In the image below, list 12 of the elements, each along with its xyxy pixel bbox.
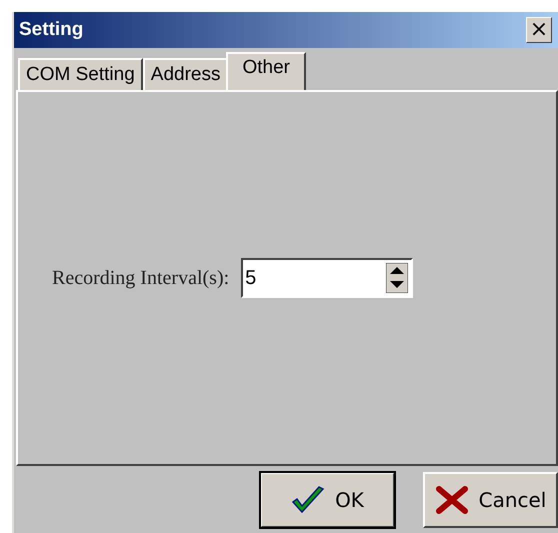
ok-button[interactable]: OK [260,472,395,528]
tab[interactable]: COM Setting [18,58,143,90]
spin-field[interactable]: 5 [241,258,414,298]
cancel-button[interactable]: Cancel [423,472,558,528]
window-title: Setting [19,19,84,41]
x-icon [434,485,469,515]
tab[interactable]: Address [142,58,228,90]
check-icon [291,485,326,515]
spin-arrows-icon[interactable] [386,263,408,293]
field-label: Recording Interval(s): [52,266,230,290]
tab[interactable]: Other [226,52,306,90]
close-button[interactable]: × [526,17,552,43]
